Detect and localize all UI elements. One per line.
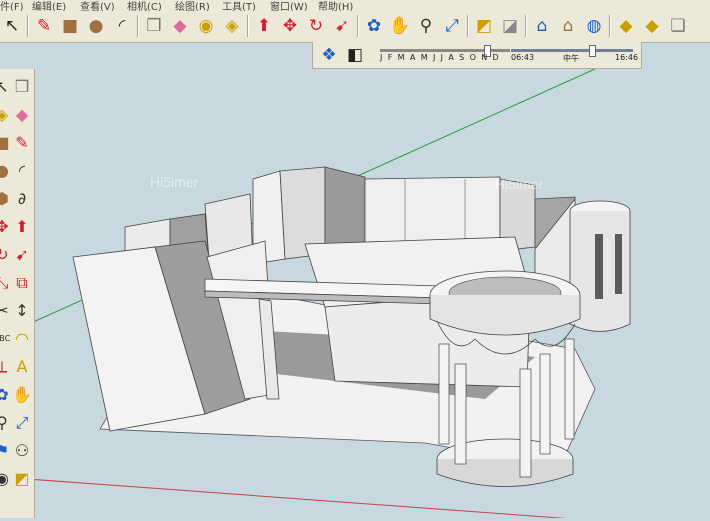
dimension-icon[interactable]: ↕ [10,299,34,323]
get-models-icon[interactable]: ⌂ [530,14,554,38]
toolbar-separator [609,15,611,37]
arc-icon[interactable]: ◜ [110,14,134,38]
watermark: Hi5imer [150,174,199,190]
select-arrow-icon[interactable]: ↖ [0,14,24,38]
rectangle-icon[interactable]: ■ [58,14,82,38]
3d-text-icon[interactable]: A [10,355,34,379]
section-icon[interactable]: ◩ [10,467,34,491]
time-slider[interactable] [511,45,633,57]
materials-icon[interactable]: ◆ [640,14,664,38]
zoom-window-icon[interactable]: ⤢ [10,411,34,435]
pan-icon[interactable]: ✋ [10,383,34,407]
make-component-icon[interactable]: ❒ [142,14,166,38]
time-end: 16:46 [615,53,639,62]
back-wall-recess [324,166,366,255]
menu-item[interactable]: 相机(C) [127,0,162,11]
share-model-icon[interactable]: ⌂ [556,14,580,38]
zoom-extents-icon[interactable]: ⤢ [440,14,464,38]
menu-item[interactable]: 件(F) [0,0,24,11]
walk-icon[interactable]: ⚇ [10,439,34,463]
column [564,338,575,440]
viewport-3d[interactable]: Hi5imer Hi5imer [0,68,710,521]
time-start: 06:43 [511,53,535,62]
line-icon[interactable]: ✎ [10,131,34,155]
component-icon[interactable]: ❒ [10,75,34,99]
menu-bar: 件(F) 编辑(E) 查看(V) 相机(C) 绘图(R) 工具(T) 窗口(W) 帮助(H) [0,0,710,11]
push-pull-icon[interactable]: ⬆ [252,14,276,38]
column [454,363,467,465]
rotate-icon[interactable]: ↻ [304,14,328,38]
display-shadows-icon[interactable]: ◧ [343,43,367,67]
eraser-icon[interactable]: ◆ [168,14,192,38]
watermark: Hi5imer [495,176,544,192]
push-pull-icon[interactable]: ⬆ [10,215,34,239]
eraser-icon[interactable]: ◆ [10,103,34,127]
components-icon[interactable]: ◆ [614,14,638,38]
toolbar-separator [137,15,139,37]
circle-icon[interactable]: ● [84,14,108,38]
menu-item[interactable]: 窗口(W) [270,0,308,11]
main-toolbar: ↖ ✎ ■ ● ◜ ❒ ◆ ◉ ◈ ⬆ ✥ ↻ ➹ ✿ ✋ ⚲ ⤢ ◩ ◪ ⌂ ⌂ ◍ ◆ ◆ ❏ [0,11,710,43]
section-display-icon[interactable]: ◪ [498,14,522,38]
orbit-icon[interactable]: ✿ [362,14,386,38]
menu-item[interactable]: 工具(T) [222,0,256,11]
month-slider[interactable] [380,45,510,57]
freehand-icon[interactable]: ∂ [10,187,34,211]
menu-item[interactable]: 查看(V) [80,0,115,11]
column [519,368,532,478]
toolbar-separator [247,15,249,37]
left-toolbar: ↖❒◈◆■✎●◜⬢∂✥⬆↻➹⤡⧉✂↕ABC◠⟂A✿✋⚲⤢⚑⚇◉◩ [0,69,35,518]
follow-me-icon[interactable]: ➹ [10,243,34,267]
toolbar-separator [357,15,359,37]
move-icon[interactable]: ✥ [278,14,302,38]
noon-label: 中午 [563,54,579,63]
protractor-icon[interactable]: ◠ [10,327,34,351]
pan-icon[interactable]: ✋ [388,14,412,38]
menu-item[interactable]: 绘图(R) [175,0,210,11]
red-axis [0,476,608,521]
month-labels: J F M A M J J A S O N D [380,53,501,62]
column [539,353,551,455]
time-slider-thumb[interactable] [589,45,596,57]
arc-icon[interactable]: ◜ [10,159,34,183]
toolbar-separator [467,15,469,37]
paint-bucket-icon[interactable]: ◈ [220,14,244,38]
toolbar-separator [525,15,527,37]
3d-warehouse-icon[interactable]: ❏ [666,14,690,38]
rotunda-small-window [595,234,603,299]
offset-icon[interactable]: ⧉ [10,271,34,295]
rotunda-small-window [615,234,622,294]
shadow-settings-icon[interactable]: ❖ [317,43,341,67]
toolbar-separator [27,15,29,37]
menu-item[interactable]: 帮助(H) [318,0,353,11]
follow-me-icon[interactable]: ➹ [330,14,354,38]
section-plane-icon[interactable]: ◩ [472,14,496,38]
shadow-toolbar: ❖ ◧ J F M A M J J A S O N D 06:43 中午 16:… [312,42,642,69]
menu-item[interactable]: 编辑(E) [32,0,66,11]
zoom-icon[interactable]: ⚲ [414,14,438,38]
model-canvas: Hi5imer Hi5imer [0,68,631,521]
tape-measure-icon[interactable]: ◉ [194,14,218,38]
google-earth-icon[interactable]: ◍ [582,14,606,38]
column [438,343,450,445]
pencil-icon[interactable]: ✎ [32,14,56,38]
